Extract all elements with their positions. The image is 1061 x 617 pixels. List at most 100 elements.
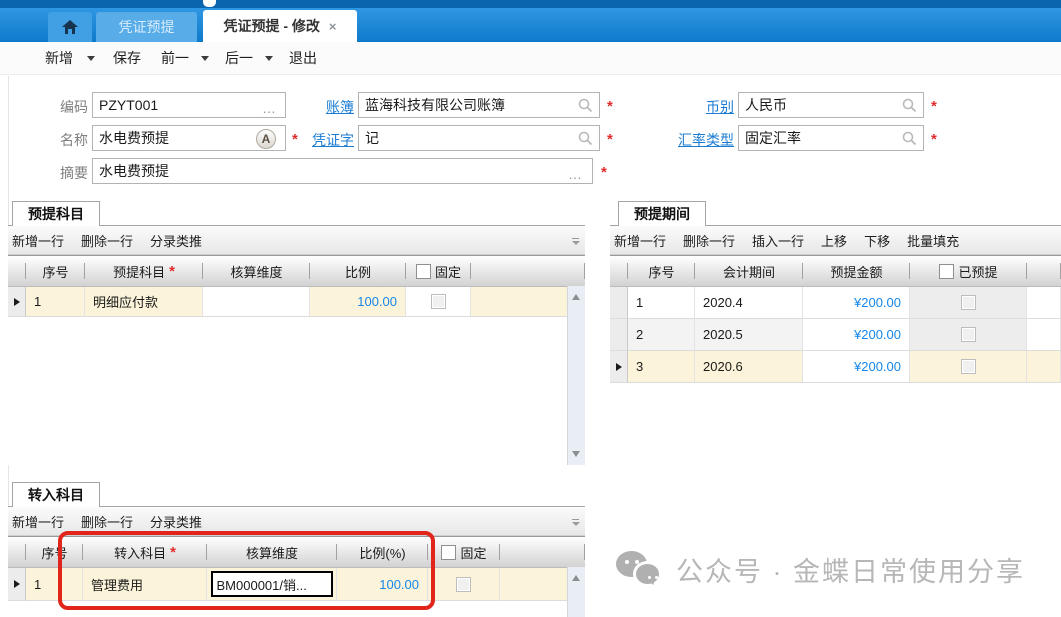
- spare-cell[interactable]: [1027, 287, 1061, 319]
- toolbar-overflow-icon[interactable]: [571, 238, 580, 245]
- seq-cell[interactable]: 2: [628, 319, 695, 351]
- book-input[interactable]: [358, 92, 600, 118]
- fixed-checkbox[interactable]: [431, 294, 446, 309]
- transfer-subject-tab[interactable]: 转入科目: [12, 482, 100, 507]
- book-link[interactable]: 账簿: [322, 97, 354, 117]
- subject-cell[interactable]: 管理费用: [83, 568, 207, 601]
- delete-row-button[interactable]: 删除一行: [683, 231, 735, 250]
- row-selector-cell[interactable]: [610, 351, 628, 383]
- ratio-cell[interactable]: 100.00: [310, 287, 406, 317]
- table-row[interactable]: 3 2020.6 ¥200.00: [610, 351, 1061, 383]
- table-row[interactable]: 1 明细应付款 100.00: [8, 287, 585, 317]
- period-cell[interactable]: 2020.5: [695, 319, 803, 351]
- scroll-up-icon[interactable]: [572, 575, 580, 581]
- prev-button[interactable]: 前一: [161, 48, 189, 68]
- add-row-button[interactable]: 新增一行: [12, 231, 64, 250]
- add-row-button[interactable]: 新增一行: [614, 231, 666, 250]
- table-row[interactable]: 1 管理费用 BM000001/销... 100.00: [8, 568, 585, 601]
- tab-voucher-accrual[interactable]: 凭证预提: [96, 12, 197, 42]
- accrued-checkbox[interactable]: [961, 295, 976, 310]
- scroll-up-icon[interactable]: [572, 294, 580, 300]
- currency-link[interactable]: 币别: [702, 97, 734, 117]
- summary-input[interactable]: [92, 158, 593, 184]
- voucher-word-input[interactable]: [358, 125, 600, 151]
- row-selector-cell[interactable]: [610, 319, 628, 351]
- entry-analogy-button[interactable]: 分录类推: [150, 231, 202, 250]
- new-button[interactable]: 新增: [45, 48, 73, 68]
- spare-cell[interactable]: [1027, 351, 1061, 383]
- currency-search-icon[interactable]: [902, 98, 917, 113]
- table-row[interactable]: 1 2020.4 ¥200.00: [610, 287, 1061, 319]
- amount-cell[interactable]: ¥200.00: [803, 287, 910, 319]
- seq-cell[interactable]: 3: [628, 351, 695, 383]
- voucher-search-icon[interactable]: [578, 131, 593, 146]
- amount-cell[interactable]: ¥200.00: [803, 319, 910, 351]
- seq-cell[interactable]: 1: [26, 568, 83, 601]
- row-selector-cell[interactable]: [8, 287, 26, 317]
- row-selector-cell[interactable]: [610, 287, 628, 319]
- amount-cell[interactable]: ¥200.00: [803, 351, 910, 383]
- insert-row-button[interactable]: 插入一行: [752, 231, 804, 250]
- accrual-subject-tab[interactable]: 预提科目: [12, 201, 100, 226]
- code-input[interactable]: [92, 92, 286, 118]
- fixed-header-checkbox[interactable]: [441, 545, 456, 560]
- vertical-scrollbar[interactable]: [567, 286, 585, 465]
- dimension-cell[interactable]: BM000001/销...: [207, 568, 337, 601]
- next-button[interactable]: 后一: [225, 48, 253, 68]
- fixed-header-checkbox[interactable]: [416, 264, 431, 279]
- rate-type-link[interactable]: 汇率类型: [674, 130, 734, 150]
- tab-voucher-accrual-edit[interactable]: 凭证预提 - 修改 ×: [203, 10, 357, 42]
- scroll-down-icon[interactable]: [572, 451, 580, 457]
- current-row-icon: [14, 298, 20, 306]
- fixed-checkbox[interactable]: [456, 577, 471, 592]
- move-down-button[interactable]: 下移: [864, 231, 890, 250]
- add-row-button[interactable]: 新增一行: [12, 512, 64, 531]
- delete-row-button[interactable]: 删除一行: [81, 231, 133, 250]
- close-icon[interactable]: ×: [329, 20, 337, 33]
- current-row-icon: [14, 580, 20, 588]
- rate-type-search-icon[interactable]: [902, 131, 917, 146]
- accrual-period-tab[interactable]: 预提期间: [618, 201, 706, 226]
- period-cell[interactable]: 2020.4: [695, 287, 803, 319]
- auto-name-icon[interactable]: A: [256, 129, 276, 149]
- voucher-word-link[interactable]: 凭证字: [308, 130, 354, 150]
- ratio-cell[interactable]: 100.00: [337, 568, 428, 601]
- spare-cell[interactable]: [1027, 319, 1061, 351]
- save-button[interactable]: 保存: [113, 48, 141, 68]
- current-row-icon: [616, 363, 622, 371]
- seq-cell[interactable]: 1: [26, 287, 85, 317]
- accrued-checkbox[interactable]: [961, 327, 976, 342]
- accrued-cell[interactable]: [910, 351, 1027, 383]
- batch-fill-button[interactable]: 批量填充: [907, 231, 959, 250]
- period-cell[interactable]: 2020.6: [695, 351, 803, 383]
- accrued-checkbox[interactable]: [961, 359, 976, 374]
- toolbar-overflow-icon[interactable]: [571, 519, 580, 526]
- new-caret-down-icon[interactable]: [87, 56, 95, 61]
- accrued-cell[interactable]: [910, 287, 1027, 319]
- exit-button[interactable]: 退出: [289, 48, 317, 68]
- dimension-cell[interactable]: [203, 287, 310, 317]
- summary-ellipsis-icon[interactable]: …: [568, 167, 583, 181]
- code-ellipsis-icon[interactable]: …: [262, 101, 277, 115]
- book-search-icon[interactable]: [578, 98, 593, 113]
- table-row[interactable]: 2 2020.5 ¥200.00: [610, 319, 1061, 351]
- rate-type-input[interactable]: [738, 125, 924, 151]
- seq-cell[interactable]: 1: [628, 287, 695, 319]
- fixed-cell[interactable]: [406, 287, 471, 317]
- subject-cell[interactable]: 明细应付款: [85, 287, 203, 317]
- row-selector-cell[interactable]: [8, 568, 26, 601]
- top-notch: [203, 0, 216, 7]
- accrual-subject-panel: 预提科目 新增一行 删除一行 分录类推 序号 预提科目* 核算维度 比例 固定 …: [8, 197, 585, 465]
- delete-row-button[interactable]: 删除一行: [81, 512, 133, 531]
- fixed-cell[interactable]: [428, 568, 500, 601]
- vertical-scrollbar[interactable]: [567, 567, 585, 617]
- dimension-edit-input[interactable]: BM000001/销...: [211, 571, 333, 597]
- prev-caret-down-icon[interactable]: [201, 56, 209, 61]
- move-up-button[interactable]: 上移: [821, 231, 847, 250]
- accrued-cell[interactable]: [910, 319, 1027, 351]
- entry-analogy-button[interactable]: 分录类推: [150, 512, 202, 531]
- currency-input[interactable]: [738, 92, 924, 118]
- tab-home[interactable]: [48, 12, 92, 42]
- next-caret-down-icon[interactable]: [265, 56, 273, 61]
- accrued-header-checkbox[interactable]: [939, 264, 954, 279]
